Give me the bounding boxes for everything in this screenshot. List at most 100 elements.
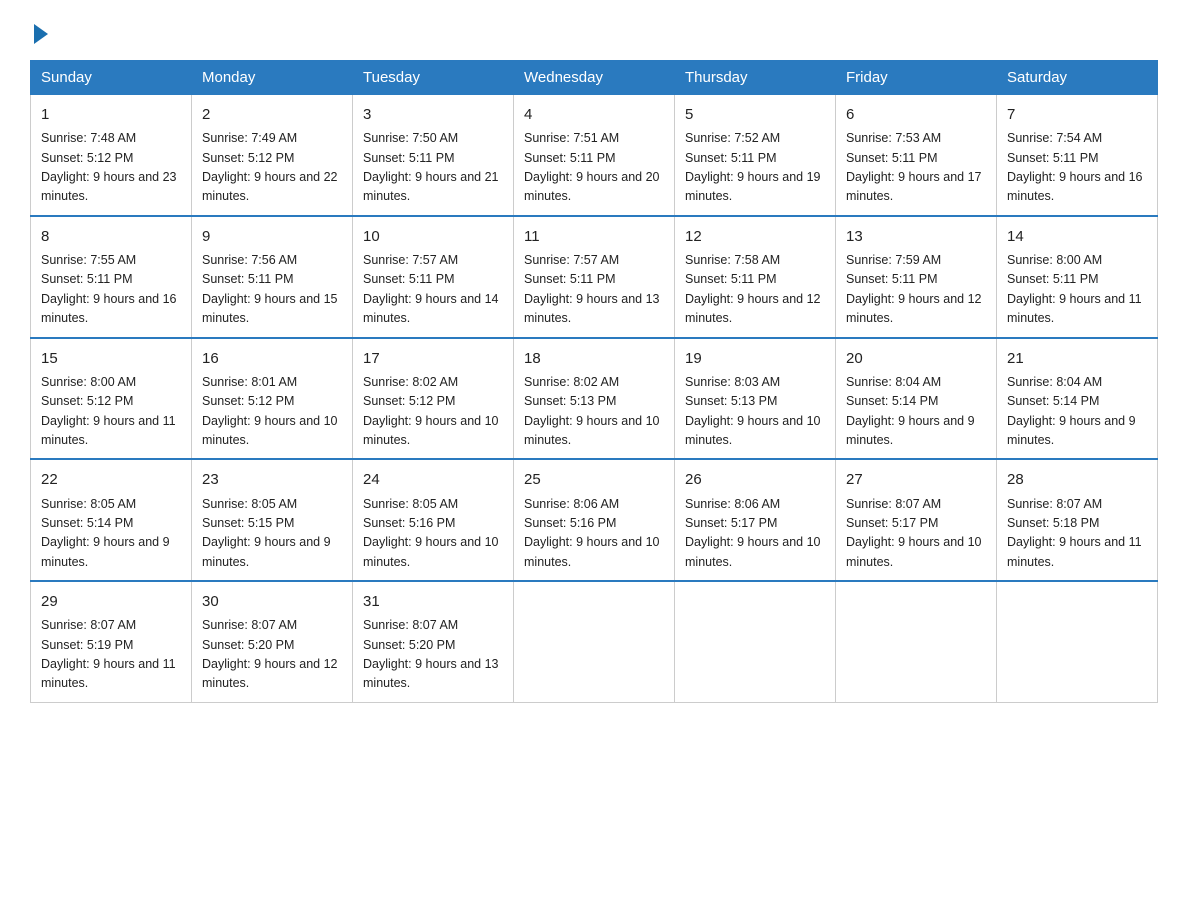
- cell-info: Sunrise: 8:03 AMSunset: 5:13 PMDaylight:…: [685, 375, 821, 447]
- calendar-cell: 2Sunrise: 7:49 AMSunset: 5:12 PMDaylight…: [192, 95, 353, 216]
- cell-info: Sunrise: 7:53 AMSunset: 5:11 PMDaylight:…: [846, 131, 982, 203]
- calendar-cell: 11Sunrise: 7:57 AMSunset: 5:11 PMDayligh…: [514, 216, 675, 338]
- header-friday: Friday: [836, 61, 997, 95]
- day-number: 1: [41, 103, 181, 126]
- calendar-cell: 1Sunrise: 7:48 AMSunset: 5:12 PMDaylight…: [31, 95, 192, 216]
- cell-info: Sunrise: 8:07 AMSunset: 5:18 PMDaylight:…: [1007, 497, 1142, 569]
- calendar-week-row: 22Sunrise: 8:05 AMSunset: 5:14 PMDayligh…: [31, 459, 1158, 581]
- header-monday: Monday: [192, 61, 353, 95]
- calendar-cell: 14 Sunrise: 8:00 AMSunset: 5:11 PMDayligh…: [997, 216, 1158, 338]
- calendar-week-row: 1Sunrise: 7:48 AMSunset: 5:12 PMDaylight…: [31, 95, 1158, 216]
- cell-info: Sunrise: 7:59 AMSunset: 5:11 PMDaylight:…: [846, 253, 982, 325]
- cell-info: Sunrise: 8:00 AMSunset: 5:11 PMDaylight:…: [1007, 253, 1142, 325]
- header-thursday: Thursday: [675, 61, 836, 95]
- calendar-cell: 15 Sunrise: 8:00 AMSunset: 5:12 PMDayligh…: [31, 338, 192, 460]
- calendar-cell: 27 Sunrise: 8:07 AMSunset: 5:17 PMDayligh…: [836, 459, 997, 581]
- calendar-cell: 12 Sunrise: 7:58 AMSunset: 5:11 PMDayligh…: [675, 216, 836, 338]
- day-number: 7: [1007, 103, 1147, 126]
- calendar-cell: 9Sunrise: 7:56 AMSunset: 5:11 PMDaylight…: [192, 216, 353, 338]
- day-number: 5: [685, 103, 825, 126]
- day-number: 6: [846, 103, 986, 126]
- calendar-cell: 26 Sunrise: 8:06 AMSunset: 5:17 PMDayligh…: [675, 459, 836, 581]
- calendar-cell: 23 Sunrise: 8:05 AMSunset: 5:15 PMDayligh…: [192, 459, 353, 581]
- cell-info: Sunrise: 8:06 AMSunset: 5:17 PMDaylight:…: [685, 497, 821, 569]
- cell-info: Sunrise: 8:07 AMSunset: 5:19 PMDaylight:…: [41, 618, 176, 690]
- cell-info: Sunrise: 7:50 AMSunset: 5:11 PMDaylight:…: [363, 131, 499, 203]
- day-number: 20: [846, 347, 986, 370]
- calendar-cell: 17 Sunrise: 8:02 AMSunset: 5:12 PMDayligh…: [353, 338, 514, 460]
- calendar-cell: [514, 581, 675, 702]
- header-wednesday: Wednesday: [514, 61, 675, 95]
- day-number: 18: [524, 347, 664, 370]
- calendar-cell: [836, 581, 997, 702]
- calendar-week-row: 29 Sunrise: 8:07 AMSunset: 5:19 PMDayligh…: [31, 581, 1158, 702]
- cell-info: Sunrise: 8:04 AMSunset: 5:14 PMDaylight:…: [846, 375, 975, 447]
- header-saturday: Saturday: [997, 61, 1158, 95]
- calendar-cell: 10Sunrise: 7:57 AMSunset: 5:11 PMDayligh…: [353, 216, 514, 338]
- calendar-cell: 18 Sunrise: 8:02 AMSunset: 5:13 PMDayligh…: [514, 338, 675, 460]
- calendar-cell: 6 Sunrise: 7:53 AMSunset: 5:11 PMDaylight…: [836, 95, 997, 216]
- calendar-cell: 29 Sunrise: 8:07 AMSunset: 5:19 PMDayligh…: [31, 581, 192, 702]
- calendar-cell: 16 Sunrise: 8:01 AMSunset: 5:12 PMDayligh…: [192, 338, 353, 460]
- calendar-cell: 20 Sunrise: 8:04 AMSunset: 5:14 PMDayligh…: [836, 338, 997, 460]
- page-header: [30, 20, 1158, 44]
- cell-info: Sunrise: 7:58 AMSunset: 5:11 PMDaylight:…: [685, 253, 821, 325]
- day-number: 29: [41, 590, 181, 613]
- day-number: 25: [524, 468, 664, 491]
- day-number: 3: [363, 103, 503, 126]
- day-number: 28: [1007, 468, 1147, 491]
- day-number: 17: [363, 347, 503, 370]
- header-sunday: Sunday: [31, 61, 192, 95]
- cell-info: Sunrise: 8:06 AMSunset: 5:16 PMDaylight:…: [524, 497, 660, 569]
- cell-info: Sunrise: 7:57 AMSunset: 5:11 PMDaylight:…: [363, 253, 499, 325]
- cell-info: Sunrise: 8:05 AMSunset: 5:15 PMDaylight:…: [202, 497, 331, 569]
- cell-info: Sunrise: 7:52 AMSunset: 5:11 PMDaylight:…: [685, 131, 821, 203]
- day-number: 8: [41, 225, 181, 248]
- day-number: 12: [685, 225, 825, 248]
- day-number: 21: [1007, 347, 1147, 370]
- calendar-cell: 28 Sunrise: 8:07 AMSunset: 5:18 PMDayligh…: [997, 459, 1158, 581]
- cell-info: Sunrise: 8:01 AMSunset: 5:12 PMDaylight:…: [202, 375, 338, 447]
- day-number: 13: [846, 225, 986, 248]
- calendar-cell: [997, 581, 1158, 702]
- day-number: 23: [202, 468, 342, 491]
- calendar-cell: 4 Sunrise: 7:51 AMSunset: 5:11 PMDaylight…: [514, 95, 675, 216]
- day-number: 16: [202, 347, 342, 370]
- day-number: 27: [846, 468, 986, 491]
- day-number: 14: [1007, 225, 1147, 248]
- calendar-cell: 30Sunrise: 8:07 AMSunset: 5:20 PMDayligh…: [192, 581, 353, 702]
- cell-info: Sunrise: 8:07 AMSunset: 5:20 PMDaylight:…: [363, 618, 499, 690]
- calendar-cell: 13 Sunrise: 7:59 AMSunset: 5:11 PMDayligh…: [836, 216, 997, 338]
- calendar-header-row: SundayMondayTuesdayWednesdayThursdayFrid…: [31, 61, 1158, 95]
- calendar-cell: 25 Sunrise: 8:06 AMSunset: 5:16 PMDayligh…: [514, 459, 675, 581]
- calendar-cell: 24Sunrise: 8:05 AMSunset: 5:16 PMDayligh…: [353, 459, 514, 581]
- day-number: 15: [41, 347, 181, 370]
- cell-info: Sunrise: 7:55 AMSunset: 5:11 PMDaylight:…: [41, 253, 177, 325]
- calendar-cell: 19 Sunrise: 8:03 AMSunset: 5:13 PMDayligh…: [675, 338, 836, 460]
- day-number: 4: [524, 103, 664, 126]
- logo-arrow-icon: [34, 24, 48, 44]
- calendar-cell: 22Sunrise: 8:05 AMSunset: 5:14 PMDayligh…: [31, 459, 192, 581]
- calendar-cell: 21 Sunrise: 8:04 AMSunset: 5:14 PMDayligh…: [997, 338, 1158, 460]
- cell-info: Sunrise: 8:07 AMSunset: 5:17 PMDaylight:…: [846, 497, 982, 569]
- cell-info: Sunrise: 8:00 AMSunset: 5:12 PMDaylight:…: [41, 375, 176, 447]
- day-number: 30: [202, 590, 342, 613]
- calendar-cell: [675, 581, 836, 702]
- day-number: 26: [685, 468, 825, 491]
- cell-info: Sunrise: 8:02 AMSunset: 5:13 PMDaylight:…: [524, 375, 660, 447]
- calendar-cell: 5 Sunrise: 7:52 AMSunset: 5:11 PMDaylight…: [675, 95, 836, 216]
- day-number: 24: [363, 468, 503, 491]
- cell-info: Sunrise: 8:04 AMSunset: 5:14 PMDaylight:…: [1007, 375, 1136, 447]
- cell-info: Sunrise: 7:51 AMSunset: 5:11 PMDaylight:…: [524, 131, 660, 203]
- day-number: 22: [41, 468, 181, 491]
- day-number: 11: [524, 225, 664, 248]
- day-number: 2: [202, 103, 342, 126]
- day-number: 19: [685, 347, 825, 370]
- calendar-table: SundayMondayTuesdayWednesdayThursdayFrid…: [30, 60, 1158, 703]
- cell-info: Sunrise: 7:56 AMSunset: 5:11 PMDaylight:…: [202, 253, 338, 325]
- header-tuesday: Tuesday: [353, 61, 514, 95]
- calendar-cell: 8 Sunrise: 7:55 AMSunset: 5:11 PMDaylight…: [31, 216, 192, 338]
- cell-info: Sunrise: 8:02 AMSunset: 5:12 PMDaylight:…: [363, 375, 499, 447]
- cell-info: Sunrise: 7:54 AMSunset: 5:11 PMDaylight:…: [1007, 131, 1143, 203]
- calendar-cell: 31Sunrise: 8:07 AMSunset: 5:20 PMDayligh…: [353, 581, 514, 702]
